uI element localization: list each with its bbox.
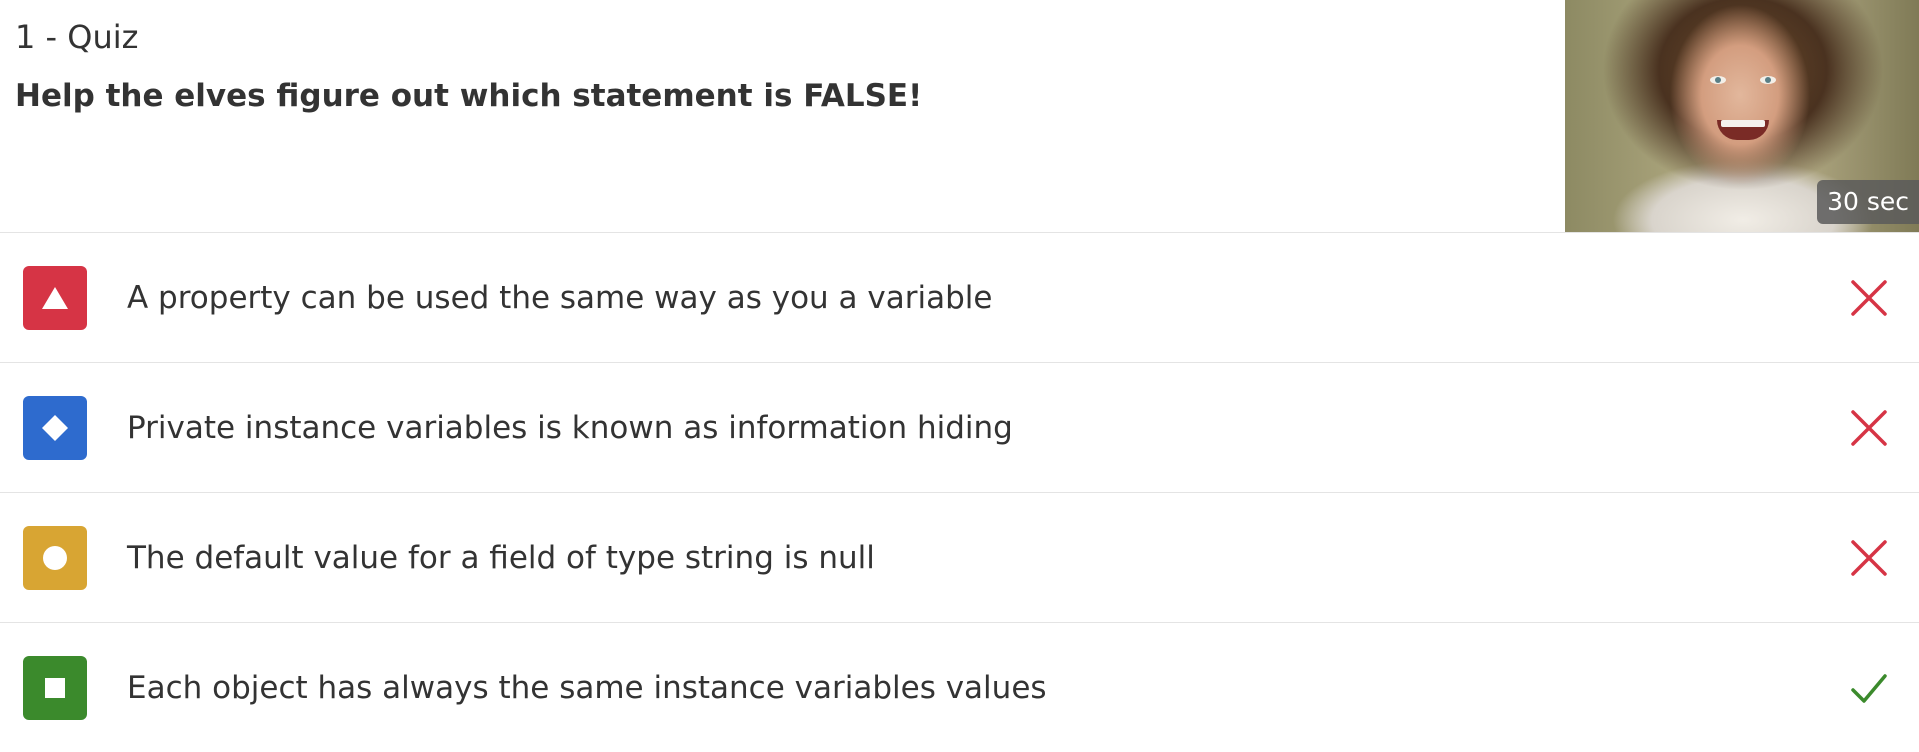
- quiz-label: 1 - Quiz: [15, 18, 139, 56]
- answer-row: Private instance variables is known as i…: [0, 363, 1919, 493]
- header-text: 1 - Quiz Help the elves figure out which…: [15, 18, 922, 116]
- question-title: Help the elves figure out which statemen…: [15, 78, 923, 115]
- answer-text: The default value for a field of type st…: [127, 539, 875, 576]
- square-icon: [45, 678, 65, 698]
- answer-text: A property can be used the same way as y…: [127, 279, 993, 316]
- answer-list: A property can be used the same way as y…: [0, 233, 1919, 752]
- incorrect-icon: [1851, 540, 1887, 576]
- image-detail: [1760, 76, 1776, 84]
- answer-shape-badge: [23, 396, 87, 460]
- answer-text: Private instance variables is known as i…: [127, 409, 1013, 446]
- answer-shape-badge: [23, 266, 87, 330]
- triangle-icon: [42, 287, 68, 309]
- answer-shape-badge: [23, 656, 87, 720]
- answer-shape-badge: [23, 526, 87, 590]
- diamond-icon: [42, 415, 68, 441]
- question-image: 30 sec: [1565, 0, 1919, 232]
- incorrect-icon: [1851, 280, 1887, 316]
- correct-checkmark-icon: [1851, 674, 1887, 703]
- answer-text: Each object has always the same instance…: [127, 669, 1047, 706]
- answer-row: A property can be used the same way as y…: [0, 233, 1919, 363]
- time-limit-badge: 30 sec: [1817, 180, 1919, 224]
- question-header: 1 - Quiz Help the elves figure out which…: [0, 0, 1919, 233]
- incorrect-icon: [1851, 410, 1887, 446]
- answer-row: The default value for a field of type st…: [0, 493, 1919, 623]
- answer-row: Each object has always the same instance…: [0, 623, 1919, 752]
- image-detail: [1710, 76, 1726, 84]
- image-detail: [1721, 120, 1765, 127]
- circle-icon: [43, 546, 67, 570]
